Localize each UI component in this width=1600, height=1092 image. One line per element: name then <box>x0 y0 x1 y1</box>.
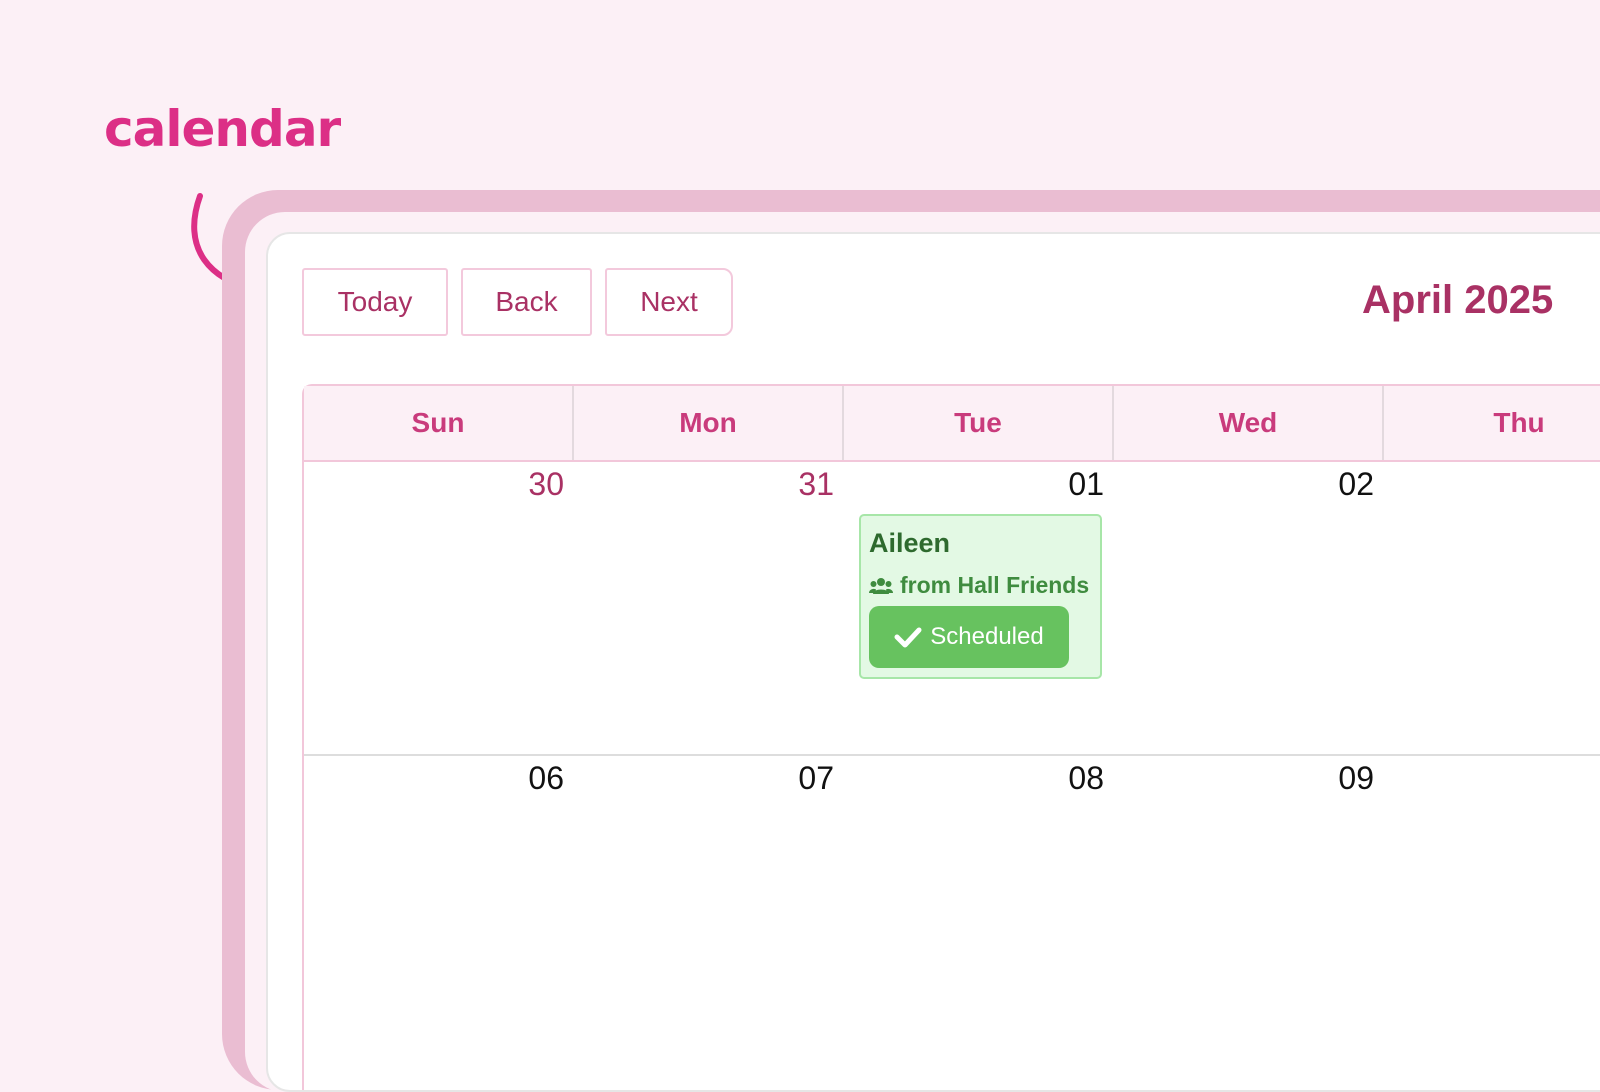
status-badge: Scheduled <box>869 606 1069 668</box>
month-grid: Sun Mon Tue Wed Thu 30 31 01 02 Aileen f… <box>302 384 1600 1090</box>
date-cell-30[interactable]: 30 <box>444 466 564 503</box>
next-button[interactable]: Next <box>605 268 733 336</box>
status-label: Scheduled <box>930 623 1044 650</box>
weekday-thu: Thu <box>1493 407 1545 438</box>
weekday-mon: Mon <box>574 386 844 460</box>
week-divider <box>304 754 1600 756</box>
event-group-label: from Hall Friends <box>900 572 1090 598</box>
event-group: from Hall Friends <box>869 572 1089 599</box>
date-cell-07[interactable]: 07 <box>714 760 834 797</box>
brand-logo-text: calendar <box>104 100 341 158</box>
event-title: Aileen <box>869 528 951 558</box>
check-icon <box>894 627 922 648</box>
date-cell-01[interactable]: 01 <box>984 466 1104 503</box>
back-button[interactable]: Back <box>461 268 592 336</box>
calendar-event[interactable]: Aileen from Hall Friends Scheduled <box>859 514 1102 679</box>
weekday-sun: Sun <box>304 386 574 460</box>
date-cell-06[interactable]: 06 <box>444 760 564 797</box>
weekday-header-row: Sun Mon Tue Wed Thu <box>304 386 1600 462</box>
users-icon <box>869 577 893 594</box>
calendar-window: Today Back Next April 2025 Sun Mon Tue W… <box>266 232 1600 1092</box>
weekday-tue: Tue <box>844 386 1114 460</box>
today-button[interactable]: Today <box>302 268 448 336</box>
date-cell-31[interactable]: 31 <box>714 466 834 503</box>
date-cell-09[interactable]: 09 <box>1254 760 1374 797</box>
weekday-wed: Wed <box>1114 386 1384 460</box>
date-cell-08[interactable]: 08 <box>984 760 1104 797</box>
date-cell-02[interactable]: 02 <box>1254 466 1374 503</box>
month-title: April 2025 <box>1362 278 1554 322</box>
